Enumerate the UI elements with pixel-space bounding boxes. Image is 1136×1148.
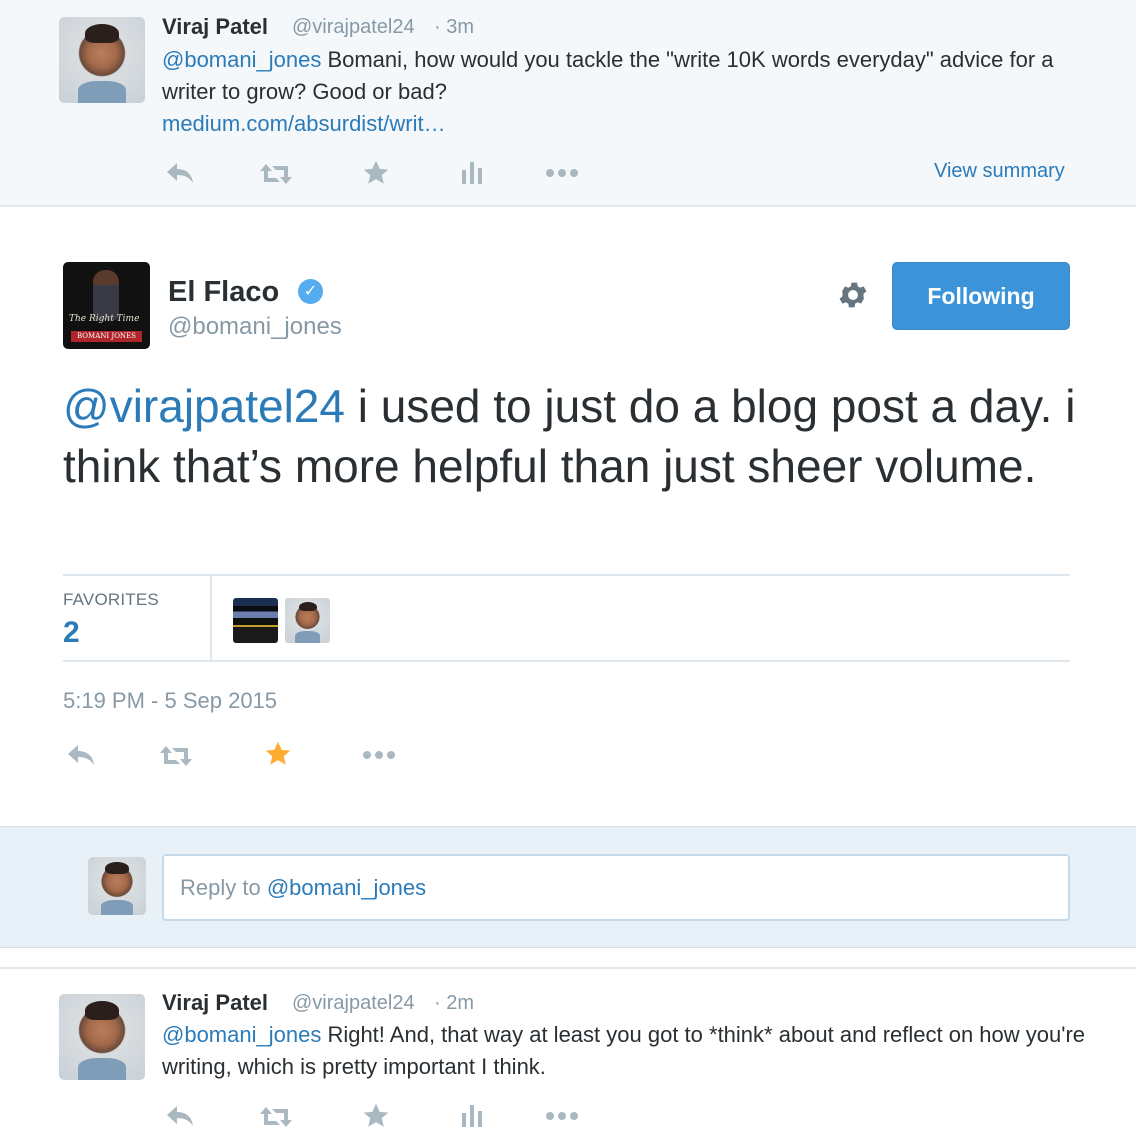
star-icon[interactable] bbox=[264, 740, 292, 768]
analytics-icon[interactable] bbox=[461, 160, 483, 186]
reply-icon[interactable] bbox=[165, 160, 195, 186]
author-name[interactable]: El Flaco bbox=[168, 276, 279, 309]
author-name[interactable]: Viraj Patel bbox=[162, 14, 268, 40]
following-button[interactable]: Following bbox=[892, 262, 1070, 330]
tweet-time[interactable]: · 3m bbox=[434, 16, 474, 39]
divider bbox=[210, 576, 212, 660]
mention-link[interactable]: @bomani_jones bbox=[162, 1022, 321, 1047]
gear-icon[interactable] bbox=[836, 278, 870, 312]
avatar-script-logo: The Right Time bbox=[69, 314, 140, 324]
author-handle[interactable]: @bomani_jones bbox=[168, 313, 342, 341]
more-icon[interactable] bbox=[545, 1111, 579, 1121]
reply-input[interactable]: Reply to @bomani_jones bbox=[162, 854, 1070, 921]
top-tweet[interactable]: Viraj Patel @virajpatel24 · 3m @bomani_j… bbox=[0, 0, 1136, 207]
tweet-timestamp[interactable]: 5:19 PM - 5 Sep 2015 bbox=[63, 688, 277, 714]
reply-placeholder-prefix: Reply to bbox=[180, 875, 267, 900]
author-name[interactable]: Viraj Patel bbox=[162, 990, 268, 1016]
verified-icon: ✓ bbox=[298, 279, 323, 304]
tweet-text: @virajpatel24 i used to just do a blog p… bbox=[63, 376, 1083, 496]
analytics-icon[interactable] bbox=[461, 1103, 483, 1129]
avatar[interactable] bbox=[59, 17, 145, 103]
view-summary-link[interactable]: View summary bbox=[934, 160, 1065, 183]
tweet-text: @bomani_jones Bomani, how would you tack… bbox=[162, 44, 1102, 140]
more-icon[interactable] bbox=[545, 168, 579, 178]
star-icon[interactable] bbox=[362, 1102, 390, 1130]
favorites-label: FAVORITES bbox=[63, 590, 159, 609]
reply-icon[interactable] bbox=[66, 742, 96, 768]
avatar[interactable]: The Right Time BOMANI JONES bbox=[63, 262, 150, 349]
retweet-icon[interactable] bbox=[158, 744, 194, 768]
avatar-photo bbox=[93, 270, 119, 320]
mention-link[interactable]: @virajpatel24 bbox=[63, 380, 345, 432]
favoriter-avatar[interactable] bbox=[233, 598, 278, 643]
avatar[interactable] bbox=[59, 994, 145, 1080]
more-icon[interactable] bbox=[362, 750, 396, 760]
author-handle[interactable]: @virajpatel24 bbox=[292, 992, 415, 1015]
favoriter-avatar[interactable] bbox=[285, 598, 330, 643]
avatar-banner-logo: BOMANI JONES bbox=[71, 331, 142, 342]
author-handle[interactable]: @virajpatel24 bbox=[292, 16, 415, 39]
tweet-stats: FAVORITES 2 bbox=[63, 574, 1070, 662]
retweet-icon[interactable] bbox=[258, 1105, 294, 1129]
avatar bbox=[88, 857, 146, 915]
mention-link[interactable]: @bomani_jones bbox=[162, 47, 321, 72]
star-icon[interactable] bbox=[362, 159, 390, 187]
reply-placeholder-mention: @bomani_jones bbox=[266, 875, 427, 900]
retweet-icon[interactable] bbox=[258, 162, 294, 186]
tweet-time[interactable]: · 2m bbox=[434, 992, 474, 1015]
reply-icon[interactable] bbox=[165, 1103, 195, 1129]
tweet-text: @bomani_jones Right! And, that way at le… bbox=[162, 1019, 1102, 1083]
bottom-tweet[interactable]: Viraj Patel @virajpatel24 · 2m @bomani_j… bbox=[0, 967, 1136, 1148]
favorites-count[interactable]: 2 bbox=[63, 616, 80, 650]
url-link[interactable]: medium.com/absurdist/writ… bbox=[162, 111, 446, 136]
